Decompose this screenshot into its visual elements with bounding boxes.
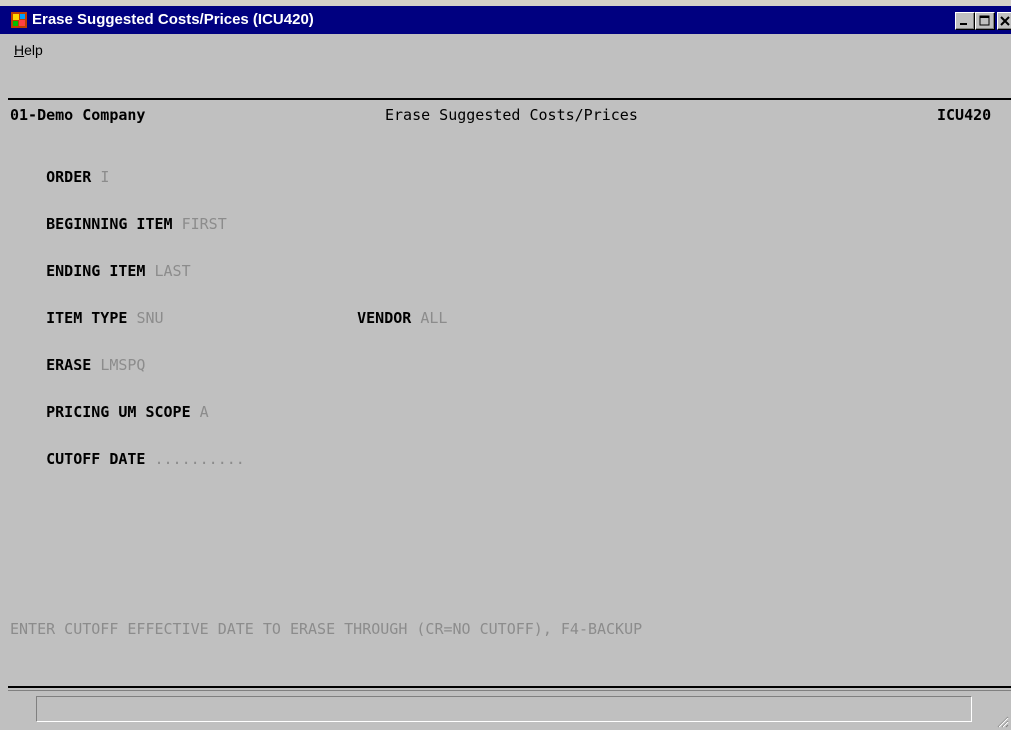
- erase-label: ERASE: [46, 356, 92, 374]
- vendor-label: VENDOR: [357, 309, 412, 327]
- minimize-button[interactable]: [955, 12, 975, 30]
- status-rule-shadow: [8, 690, 1011, 691]
- erase-value[interactable]: LMSPQ: [100, 356, 145, 374]
- resize-grip-icon[interactable]: [995, 714, 1009, 728]
- menu-help-label: elp: [24, 42, 43, 58]
- program-code: ICU420: [937, 106, 992, 124]
- status-field: [36, 696, 972, 722]
- company-name: 01-Demo Company: [10, 106, 146, 124]
- vendor-row: VENDOR ALL: [321, 291, 447, 345]
- beginning-item-value[interactable]: FIRST: [182, 215, 227, 233]
- title-bar[interactable]: Erase Suggested Costs/Prices (ICU420): [0, 6, 1011, 34]
- pricing-um-scope-value[interactable]: A: [200, 403, 209, 421]
- screen-title: Erase Suggested Costs/Prices: [385, 106, 638, 124]
- item-type-row: ITEM TYPE SNU: [10, 291, 163, 345]
- prompt-message: ENTER CUTOFF EFFECTIVE DATE TO ERASE THR…: [10, 620, 643, 638]
- terminal-screen[interactable]: 01-Demo Company Erase Suggested Costs/Pr…: [0, 64, 1011, 684]
- menu-bar: Help: [0, 34, 1011, 64]
- pricing-um-scope-row: PRICING UM SCOPE A: [10, 385, 209, 439]
- ending-item-label: ENDING ITEM: [46, 262, 146, 280]
- item-type-label: ITEM TYPE: [46, 309, 128, 327]
- minimize-icon: [960, 23, 967, 25]
- ending-item-row: ENDING ITEM LAST: [10, 244, 191, 298]
- vendor-value[interactable]: ALL: [420, 309, 447, 327]
- status-bar: [0, 684, 1011, 730]
- menu-help-mnemonic: H: [14, 42, 25, 58]
- app-icon: [11, 12, 27, 28]
- pricing-um-scope-label: PRICING UM SCOPE: [46, 403, 191, 421]
- erase-row: ERASE LMSPQ: [10, 338, 145, 392]
- cutoff-date-label: CUTOFF DATE: [46, 450, 146, 468]
- beginning-item-row: BEGINNING ITEM FIRST: [10, 197, 227, 251]
- menu-help[interactable]: Help: [14, 42, 43, 58]
- ending-item-value[interactable]: LAST: [155, 262, 191, 280]
- close-icon: [1000, 16, 1010, 26]
- order-value[interactable]: I: [100, 168, 109, 186]
- maximize-icon: [979, 15, 990, 26]
- header-top-rule: [8, 98, 1011, 100]
- beginning-item-label: BEGINNING ITEM: [46, 215, 173, 233]
- maximize-button[interactable]: [975, 12, 995, 30]
- order-label: ORDER: [46, 168, 92, 186]
- item-type-value[interactable]: SNU: [136, 309, 163, 327]
- order-row: ORDER I: [10, 150, 109, 204]
- close-button[interactable]: [997, 12, 1011, 30]
- cutoff-date-row: CUTOFF DATE ..........: [10, 432, 245, 486]
- status-rule: [8, 686, 1011, 688]
- cutoff-date-input[interactable]: ..........: [155, 450, 245, 468]
- window-title: Erase Suggested Costs/Prices (ICU420): [32, 11, 314, 28]
